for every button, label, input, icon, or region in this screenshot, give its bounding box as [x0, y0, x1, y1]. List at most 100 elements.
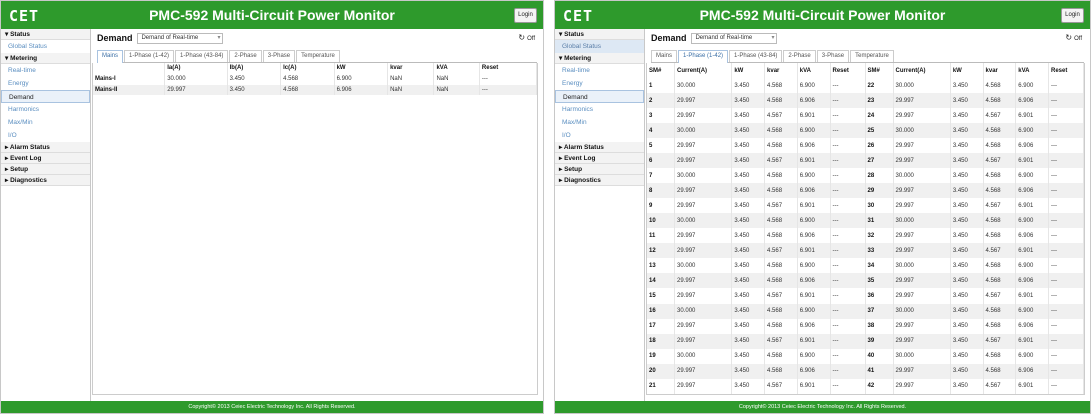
table-cell: 30.000 [893, 168, 951, 184]
sidebar-item-harmonics[interactable]: Harmonics [555, 103, 644, 116]
tab-1-phase-43-84[interactable]: 1-Phase (43-84) [729, 50, 783, 62]
table-cell: --- [830, 108, 866, 124]
table-cell: 7 [647, 168, 676, 184]
tab-mains[interactable]: Mains [651, 50, 678, 62]
sidebar-item-io[interactable]: I/O [1, 129, 90, 142]
table-row: 39 29.997 3.450 4.567 6.901 --- [865, 333, 1084, 349]
login-button[interactable]: Login [514, 8, 537, 23]
refresh-icon: ↻ [1065, 33, 1073, 42]
table-cell: 10 [647, 213, 676, 229]
sidebar-item-global-status[interactable]: Global Status [555, 40, 644, 53]
table-cell: 4.568 [764, 363, 798, 379]
table-cell: 6.900 [797, 258, 831, 274]
table-cell: --- [830, 288, 866, 304]
sidebar-item-io[interactable]: I/O [555, 129, 644, 142]
sidebar-item-max-min[interactable]: Max/Min [1, 116, 90, 129]
toolbar: Demand Demand of Real-time ▾ [97, 32, 224, 45]
sidebar-section-alarm-status[interactable]: ▸ Alarm Status [555, 142, 644, 153]
tab-1-phase-1-42[interactable]: 1-Phase (1-42) [124, 50, 175, 62]
column-header: kW [950, 63, 984, 79]
table-cell: 3.450 [731, 198, 766, 214]
sidebar-item-energy[interactable]: Energy [1, 77, 90, 90]
sidebar-item-real-time[interactable]: Real-time [1, 64, 90, 77]
demand-type-select[interactable]: Demand of Real-time ▾ [691, 33, 778, 44]
table-cell: 6.906 [1015, 138, 1050, 154]
sidebar-item-max-min[interactable]: Max/Min [555, 116, 644, 129]
sidebar-section-diagnostics[interactable]: ▸ Diagnostics [555, 175, 644, 186]
column-header [93, 63, 166, 74]
sidebar-item-global-status[interactable]: Global Status [1, 40, 90, 53]
auto-refresh-toggle[interactable]: ↻ Off [518, 33, 535, 42]
table-cell: 29.997 [893, 378, 951, 394]
phase-table-right: SM# Current(A) kW kvar kVA Reset 22 30.000 3.450… [865, 63, 1085, 394]
table-cell: 6.906 [1015, 363, 1050, 379]
table-cell: 29.997 [674, 108, 733, 124]
table-row: 17 29.997 3.450 4.568 6.906 --- [647, 318, 866, 334]
table-cell: --- [830, 378, 866, 394]
sidebar-item-harmonics[interactable]: Harmonics [1, 103, 90, 116]
sidebar-section-event-log[interactable]: ▸ Event Log [555, 153, 644, 164]
table-cell: 30.000 [674, 168, 733, 184]
sidebar-section-setup[interactable]: ▸ Setup [1, 164, 90, 175]
tab-1-phase-43-84[interactable]: 1-Phase (43-84) [175, 50, 229, 62]
table-cell: 3.450 [731, 213, 766, 229]
table-cell: 3.450 [950, 123, 984, 139]
tab-1-phase-1-42[interactable]: 1-Phase (1-42) [678, 50, 729, 63]
table-row: 12 29.997 3.450 4.567 6.901 --- [647, 243, 866, 259]
table-cell: 23 [865, 93, 894, 109]
table-cell: 4.567 [764, 243, 798, 259]
sidebar-item-demand[interactable]: Demand [555, 90, 644, 103]
tab-3-phase[interactable]: 3-Phase [816, 50, 850, 62]
table-cell: 30.000 [674, 348, 733, 364]
table-cell: 6.906 [1015, 318, 1050, 334]
sidebar-section-setup[interactable]: ▸ Setup [555, 164, 644, 175]
sidebar-section-event-log[interactable]: ▸ Event Log [1, 153, 90, 164]
sidebar-section-status[interactable]: ▾ Status [555, 29, 644, 40]
table-cell: 15 [647, 288, 676, 304]
sidebar-section-diagnostics[interactable]: ▸ Diagnostics [1, 175, 90, 186]
tab-mains[interactable]: Mains [97, 50, 124, 63]
tab-temperature[interactable]: Temperature [850, 50, 894, 62]
tab-temperature[interactable]: Temperature [296, 50, 340, 62]
sidebar-item-demand[interactable]: Demand [1, 90, 90, 103]
table-row: 41 29.997 3.450 4.568 6.906 --- [865, 363, 1084, 379]
sidebar-section-metering[interactable]: ▾ Metering [1, 53, 90, 64]
chevron-down-icon: ▾ [771, 35, 775, 41]
table-row: 5 29.997 3.450 4.568 6.906 --- [647, 138, 866, 154]
table-cell: 3.450 [950, 333, 984, 349]
auto-refresh-toggle[interactable]: ↻ Off [1065, 33, 1082, 42]
tab-2-phase[interactable]: 2-Phase [783, 50, 816, 62]
column-header: SM# [647, 63, 676, 79]
table-cell: 4.567 [764, 108, 798, 124]
table-cell: 6.900 [797, 348, 831, 364]
table-cell: 3.450 [950, 138, 984, 154]
sidebar-section-status[interactable]: ▾ Status [1, 29, 90, 40]
table-cell: 4.568 [764, 303, 798, 319]
table-row: 27 29.997 3.450 4.567 6.901 --- [865, 153, 1084, 169]
sidebar-item-real-time[interactable]: Real-time [555, 64, 644, 77]
table-cell: 34 [865, 258, 894, 274]
table-cell: 4.568 [764, 273, 798, 289]
login-button[interactable]: Login [1061, 8, 1084, 23]
table-cell: --- [830, 333, 866, 349]
sidebar-section-metering[interactable]: ▾ Metering [555, 53, 644, 64]
demand-type-select[interactable]: Demand of Real-time ▾ [137, 33, 224, 44]
table-cell: 6.906 [797, 318, 831, 334]
app-header: CET PMC-592 Multi-Circuit Power Monitor … [1, 1, 543, 29]
table-row: 22 30.000 3.450 4.568 6.900 --- [865, 78, 1084, 94]
table-cell: 3.450 [950, 213, 984, 229]
sidebar-item-energy[interactable]: Energy [555, 77, 644, 90]
tab-content: Ia(A) Ib(A) Ic(A) kW kvar kVA Reset Mains-I 30.0… [92, 63, 538, 395]
table-cell: 3.450 [731, 123, 766, 139]
tab-2-phase[interactable]: 2-Phase [229, 50, 262, 62]
tab-3-phase[interactable]: 3-Phase [262, 50, 296, 62]
table-cell: 4.568 [280, 84, 335, 96]
sidebar-section-alarm-status[interactable]: ▸ Alarm Status [1, 142, 90, 153]
table-row: 4 30.000 3.450 4.568 6.900 --- [647, 123, 866, 139]
table-cell: 30.000 [893, 348, 951, 364]
table-cell: 3.450 [227, 84, 282, 96]
table-cell: 28 [865, 168, 894, 184]
table-cell: 4.568 [983, 138, 1017, 154]
table-row: 9 29.997 3.450 4.567 6.901 --- [647, 198, 866, 214]
table-header-row: SM# Current(A) kW kvar kVA Reset [865, 63, 1084, 79]
